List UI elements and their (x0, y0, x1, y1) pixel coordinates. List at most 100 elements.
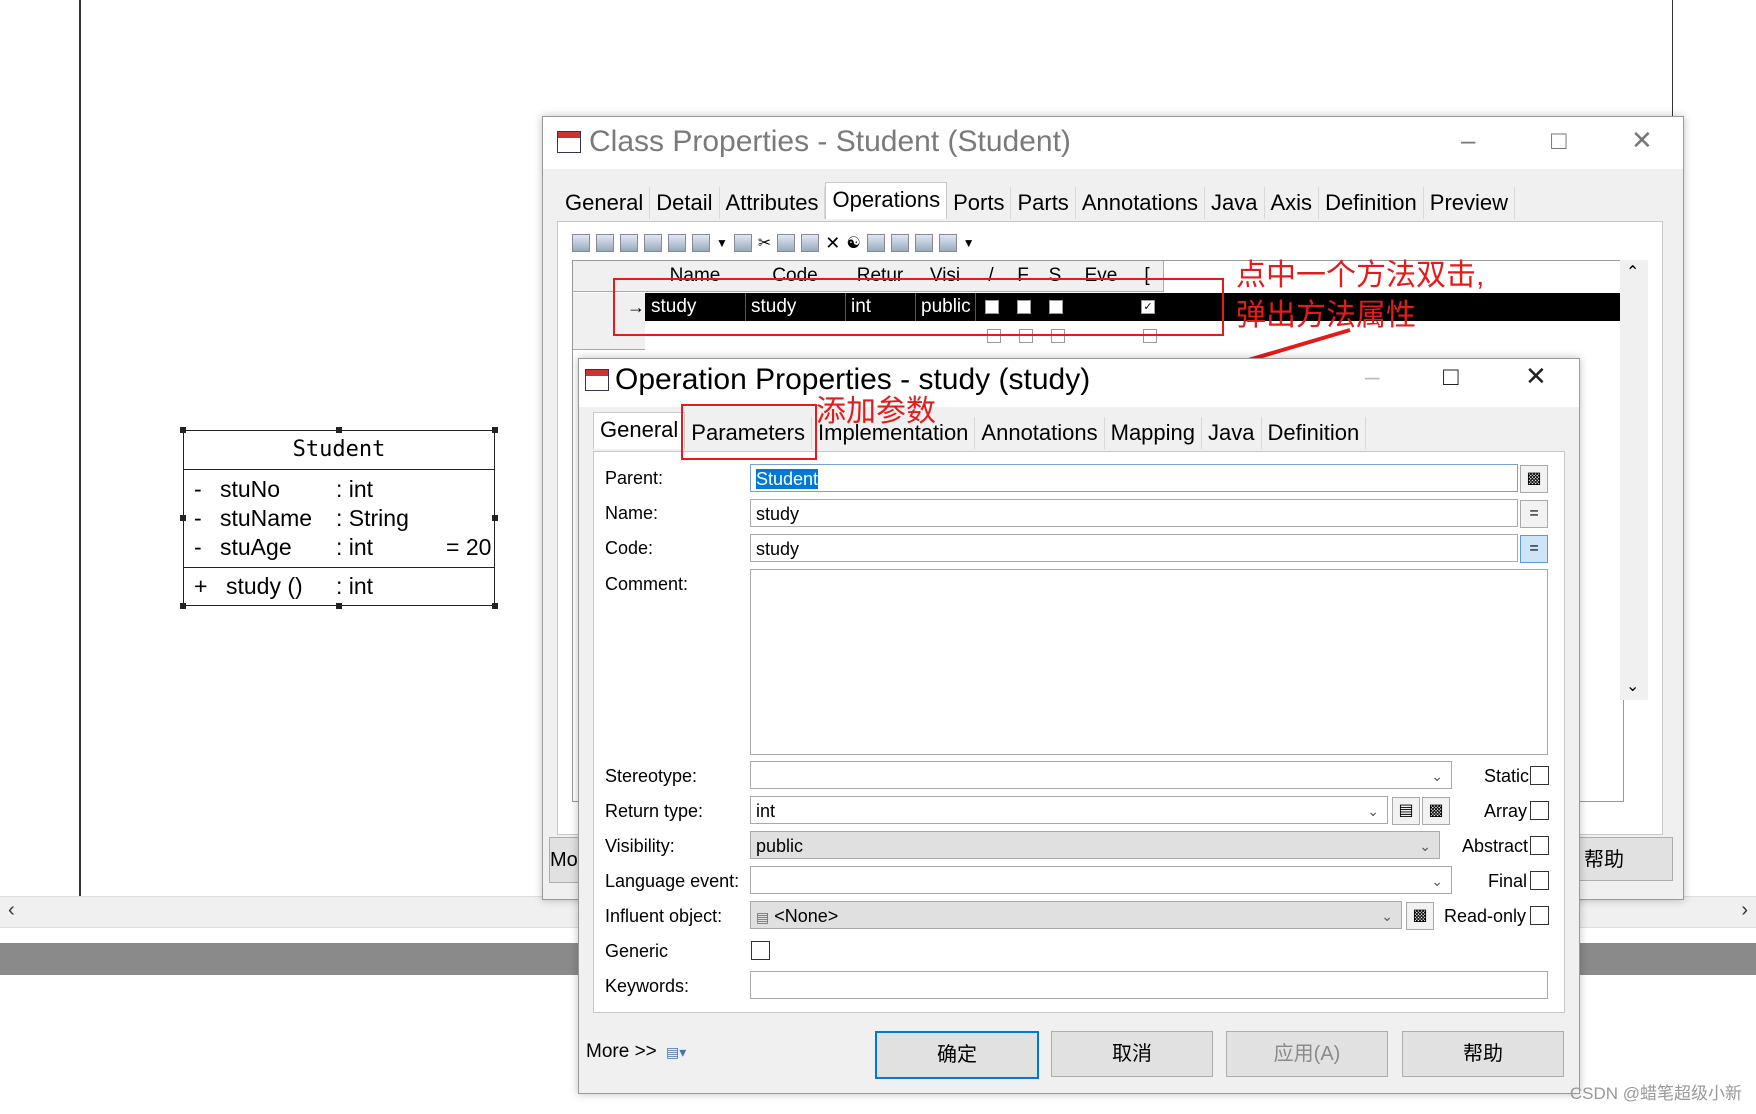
static-checkbox[interactable] (1530, 766, 1549, 785)
maximize-icon[interactable]: □ (1551, 125, 1567, 156)
resize-handle[interactable] (492, 427, 498, 433)
cut-icon[interactable]: ✂ (758, 233, 771, 253)
return-type-select[interactable]: int ⌄ (750, 796, 1388, 824)
visibility-select[interactable]: public ⌄ (750, 831, 1440, 859)
comment-textarea[interactable] (750, 569, 1548, 755)
tab-preview[interactable]: Preview (1423, 187, 1516, 219)
tab-attributes[interactable]: Attributes (719, 187, 826, 219)
chevron-down-icon[interactable]: ⌄ (1381, 902, 1393, 928)
code-label: Code: (605, 538, 654, 558)
tab-general[interactable]: General (559, 187, 651, 219)
insert-row-icon[interactable] (620, 234, 638, 252)
resize-handle[interactable] (336, 603, 342, 609)
tab-axis[interactable]: Axis (1264, 187, 1320, 219)
chevron-down-icon[interactable]: ⌄ (1431, 867, 1443, 893)
attr-default: = 20 (446, 534, 492, 560)
add-rows-icon[interactable] (644, 234, 662, 252)
filter-icon[interactable] (866, 234, 885, 252)
final-checkbox[interactable] (1530, 871, 1549, 890)
code-sync-button[interactable]: = (1520, 535, 1548, 563)
tab-definition[interactable]: Definition (1261, 417, 1367, 449)
more-button[interactable]: More >> (586, 1030, 658, 1074)
tab-parts[interactable]: Parts (1011, 187, 1076, 219)
tab-annotations[interactable]: Annotations (975, 417, 1105, 449)
tab-java[interactable]: Java (1202, 417, 1262, 449)
clear-filter-icon[interactable] (890, 234, 909, 252)
resize-handle[interactable] (180, 515, 186, 521)
attr-name: stuAge (220, 534, 292, 560)
properties-icon[interactable] (572, 234, 590, 252)
language-event-label: Language event: (605, 871, 740, 891)
tab-annotations[interactable]: Annotations (1075, 187, 1206, 219)
return-type-properties-button[interactable]: ▩ (1422, 797, 1450, 825)
return-type-select-button[interactable]: ▤ (1392, 797, 1420, 825)
generic-checkbox[interactable] (751, 941, 770, 960)
stereotype-select[interactable]: ⌄ (750, 761, 1452, 789)
scroll-right-icon[interactable]: › (1741, 899, 1748, 922)
parent-properties-button[interactable]: ▩ (1520, 465, 1548, 493)
resize-handle[interactable] (492, 515, 498, 521)
scroll-up-icon[interactable]: ⌃ (1626, 262, 1639, 282)
close-icon[interactable]: ✕ (1525, 361, 1547, 392)
uml-attribute-row: - stuAge : int = 20 (194, 532, 491, 562)
excel-icon[interactable] (914, 234, 933, 252)
apply-button[interactable]: 应用(A) (1226, 1031, 1388, 1077)
name-field[interactable]: study (750, 499, 1518, 527)
tab-mapping[interactable]: Mapping (1104, 417, 1203, 449)
tab-definition[interactable]: Definition (1319, 187, 1424, 219)
class-window-titlebar[interactable]: Class Properties - Student (Student) – □… (543, 117, 1683, 169)
grid-vertical-scrollbar[interactable]: ⌃ ⌄ (1620, 260, 1648, 700)
chevron-down-icon[interactable]: ⌄ (1431, 762, 1443, 788)
language-event-select[interactable]: ⌄ (750, 866, 1452, 894)
keywords-field[interactable] (750, 971, 1548, 999)
new-icon[interactable] (668, 234, 686, 252)
uml-attribute-row: - stuName : String (194, 503, 409, 533)
canvas-right-border (1672, 0, 1673, 118)
resize-handle[interactable] (180, 427, 186, 433)
menu-icon[interactable]: ▤▾ (666, 1044, 686, 1061)
add-row-icon[interactable] (596, 234, 614, 252)
scroll-left-icon[interactable]: ‹ (8, 899, 15, 922)
paste-icon[interactable] (801, 234, 820, 252)
influent-object-select[interactable]: ▤ <None> ⌄ (750, 901, 1402, 929)
chevron-down-icon[interactable]: ▼ (716, 236, 728, 250)
find-icon[interactable]: ☯ (846, 233, 860, 253)
close-icon[interactable]: ✕ (1631, 125, 1653, 156)
print-icon[interactable] (938, 234, 957, 252)
resize-handle[interactable] (492, 603, 498, 609)
maximize-icon[interactable]: □ (1443, 361, 1459, 392)
tab-operations[interactable]: Operations (825, 182, 948, 219)
array-checkbox[interactable] (1530, 801, 1549, 820)
resize-handle[interactable] (336, 427, 342, 433)
uml-operation-row: + study () : int (194, 571, 373, 601)
help-button[interactable]: 帮助 (1402, 1031, 1564, 1077)
influent-object-properties-button[interactable]: ▩ (1406, 902, 1434, 930)
code-field[interactable]: study (750, 534, 1518, 562)
ok-button[interactable]: 确定 (875, 1031, 1039, 1079)
chevron-down-icon[interactable]: ⌄ (1367, 797, 1379, 823)
minimize-icon[interactable]: – (1365, 361, 1379, 392)
columns-icon[interactable] (692, 234, 710, 252)
minimize-icon[interactable]: – (1461, 125, 1475, 156)
abstract-checkbox[interactable] (1530, 836, 1549, 855)
tab-detail[interactable]: Detail (650, 187, 720, 219)
cancel-button[interactable]: 取消 (1051, 1031, 1213, 1077)
tab-java[interactable]: Java (1205, 187, 1265, 219)
name-sync-button[interactable]: = (1520, 500, 1548, 528)
tab-general[interactable]: General (593, 412, 686, 449)
read-only-checkbox[interactable] (1530, 906, 1549, 925)
op-window-titlebar[interactable]: Operation Properties - study (study) – □… (579, 359, 1579, 407)
tab-ports[interactable]: Ports (947, 187, 1012, 219)
copy-icon[interactable] (777, 234, 796, 252)
parent-field[interactable]: Student (750, 464, 1518, 492)
resize-handle[interactable] (180, 603, 186, 609)
save-icon[interactable] (733, 234, 752, 252)
delete-icon[interactable]: ✕ (825, 233, 840, 254)
scroll-down-icon[interactable]: ⌄ (1626, 676, 1639, 696)
class-help-button[interactable]: 帮助 (1577, 837, 1673, 881)
chevron-down-icon[interactable]: ▼ (963, 236, 975, 250)
attr-type: : int (336, 476, 374, 502)
class-window-title: Class Properties - Student (Student) (589, 125, 1071, 158)
uml-class-student[interactable]: Student - stuNo : int - stuName : String… (180, 427, 498, 609)
chevron-down-icon[interactable]: ⌄ (1419, 832, 1431, 858)
